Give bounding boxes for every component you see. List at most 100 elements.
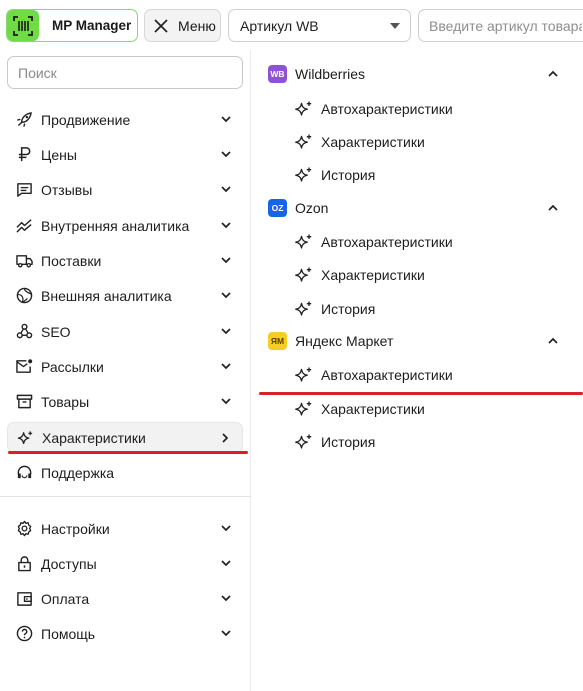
submenu-item-wb-characteristics[interactable]: Характеристики bbox=[294, 130, 425, 154]
sidebar-item-internal-analytics[interactable]: Внутренняя аналитика bbox=[7, 210, 243, 241]
wallet-icon bbox=[17, 592, 32, 606]
sparkle-icon bbox=[295, 301, 312, 316]
rocket-icon bbox=[17, 112, 32, 127]
sidebar-item-label: Внешняя аналитика bbox=[41, 287, 172, 304]
seo-icon bbox=[16, 323, 33, 339]
submenu-item-wb-autocharacteristics[interactable]: Автохарактеристики bbox=[294, 97, 453, 121]
sidebar-item-label: Цены bbox=[41, 146, 77, 163]
submenu-item-label: Характеристики bbox=[321, 134, 425, 150]
submenu-item-ozon-characteristics[interactable]: Характеристики bbox=[294, 263, 425, 287]
submenu-item-wb-history[interactable]: История bbox=[294, 163, 375, 187]
sidebar-item-seo[interactable]: SEO bbox=[7, 316, 243, 347]
sparkle-icon bbox=[295, 434, 312, 449]
gear-icon bbox=[17, 520, 32, 537]
sidebar-item-supplies[interactable]: Поставки bbox=[7, 245, 243, 276]
sparkle-icon bbox=[17, 431, 33, 445]
help-icon bbox=[16, 625, 33, 642]
sidebar-item-label: Товары bbox=[41, 393, 90, 410]
sidebar-item-payment[interactable]: Оплата bbox=[7, 583, 243, 614]
submenu-item-label: Характеристики bbox=[321, 401, 425, 417]
sparkle-icon bbox=[295, 134, 312, 149]
sparkle-icon bbox=[295, 167, 312, 182]
logo-button[interactable]: MP Manager bbox=[6, 9, 138, 42]
sidebar-item-label: SEO bbox=[41, 323, 71, 340]
chevron-down-icon bbox=[221, 525, 231, 532]
chevron-down-icon bbox=[221, 257, 231, 264]
sidebar-item-access[interactable]: Доступы bbox=[7, 548, 243, 579]
marketplace-header-wildberries[interactable]: WB Wildberries bbox=[268, 63, 568, 85]
sidebar-item-label: Поставки bbox=[41, 252, 102, 269]
submenu-item-label: Автохарактеристики bbox=[321, 101, 453, 117]
chevron-down-icon bbox=[390, 22, 400, 29]
marketplace-title: Яндекс Маркет bbox=[295, 333, 394, 349]
sidebar-item-prices[interactable]: Цены bbox=[7, 139, 243, 170]
submenu-item-label: Автохарактеристики bbox=[321, 367, 453, 383]
sidebar: Продвижение Цены Отзывы Внутренняя анали… bbox=[0, 50, 251, 691]
sidebar-item-label: Внутренняя аналитика bbox=[41, 217, 190, 234]
sidebar-item-support[interactable]: Поддержка bbox=[7, 457, 243, 488]
headset-icon bbox=[17, 465, 32, 479]
submenu-item-ym-characteristics[interactable]: Характеристики bbox=[294, 397, 425, 421]
submenu-item-ym-history[interactable]: История bbox=[294, 430, 375, 454]
chevron-up-icon[interactable] bbox=[547, 336, 559, 346]
submenu-item-label: История bbox=[321, 301, 376, 317]
sidebar-item-mailings[interactable]: Рассылки bbox=[7, 351, 243, 382]
marketplace-title: Ozon bbox=[295, 200, 329, 216]
sidebar-item-reviews[interactable]: Отзывы bbox=[7, 174, 243, 205]
highlight-underline bbox=[259, 392, 583, 395]
sparkle-icon bbox=[295, 267, 312, 282]
characteristics-submenu: WB Wildberries Автохарактеристики Характ… bbox=[251, 50, 583, 691]
sparkle-icon bbox=[295, 234, 312, 249]
chevron-down-icon bbox=[221, 222, 231, 229]
sidebar-item-promotion[interactable]: Продвижение bbox=[7, 104, 243, 135]
article-input[interactable] bbox=[418, 9, 583, 42]
chevron-down-icon bbox=[221, 186, 231, 193]
sidebar-item-products[interactable]: Товары bbox=[7, 386, 243, 417]
top-bar: MP Manager Меню Артикул WB bbox=[0, 0, 583, 50]
sidebar-item-label: Помощь bbox=[41, 625, 96, 642]
menu-button[interactable]: Меню bbox=[144, 9, 221, 42]
chevron-down-icon bbox=[221, 560, 231, 567]
chevron-down-icon bbox=[221, 630, 231, 637]
article-type-value: Артикул WB bbox=[240, 17, 319, 34]
sparkle-icon bbox=[295, 101, 312, 116]
chevron-down-icon bbox=[221, 328, 231, 335]
sidebar-item-label: Настройки bbox=[41, 520, 110, 537]
ozon-badge: OZ bbox=[268, 199, 287, 217]
submenu-item-label: История bbox=[321, 167, 376, 183]
chevron-down-icon bbox=[221, 292, 231, 299]
chevron-down-icon bbox=[221, 595, 231, 602]
sidebar-item-external-analytics[interactable]: Внешняя аналитика bbox=[7, 280, 243, 311]
marketplace-header-yandex-market[interactable]: ЯМ Яндекс Маркет bbox=[268, 330, 568, 352]
chevron-up-icon[interactable] bbox=[547, 69, 559, 79]
logo-icon bbox=[7, 10, 39, 41]
chevron-down-icon bbox=[221, 398, 231, 405]
marketplace-header-ozon[interactable]: OZ Ozon bbox=[268, 197, 568, 219]
yandex-market-badge: ЯМ bbox=[268, 332, 287, 350]
sparkle-icon bbox=[295, 401, 312, 416]
wildberries-badge: WB bbox=[268, 65, 287, 83]
highlight-underline bbox=[8, 451, 248, 454]
globe-icon bbox=[16, 287, 33, 304]
submenu-item-label: Автохарактеристики bbox=[321, 234, 453, 250]
submenu-item-ym-autocharacteristics[interactable]: Автохарактеристики bbox=[294, 363, 453, 387]
sidebar-item-label: Отзывы bbox=[41, 181, 93, 198]
submenu-item-label: Характеристики bbox=[321, 267, 425, 283]
search-input[interactable] bbox=[7, 56, 243, 89]
sidebar-item-label: Характеристики bbox=[42, 429, 146, 446]
menu-label: Меню bbox=[178, 17, 216, 34]
sidebar-item-characteristics[interactable]: Характеристики bbox=[7, 422, 243, 453]
sidebar-item-label: Доступы bbox=[41, 555, 97, 572]
submenu-item-ozon-autocharacteristics[interactable]: Автохарактеристики bbox=[294, 230, 453, 254]
ruble-icon bbox=[18, 147, 31, 162]
logo-label: MP Manager bbox=[52, 18, 132, 33]
chevron-up-icon[interactable] bbox=[547, 203, 559, 213]
article-type-select[interactable]: Артикул WB bbox=[228, 9, 411, 42]
chevron-down-icon bbox=[221, 363, 231, 370]
sidebar-item-help[interactable]: Помощь bbox=[7, 618, 243, 649]
message-icon bbox=[17, 183, 32, 197]
marketplace-title: Wildberries bbox=[295, 66, 366, 82]
submenu-item-ozon-history[interactable]: История bbox=[294, 297, 375, 321]
sidebar-item-settings[interactable]: Настройки bbox=[7, 513, 243, 544]
chevron-down-icon bbox=[221, 151, 231, 158]
